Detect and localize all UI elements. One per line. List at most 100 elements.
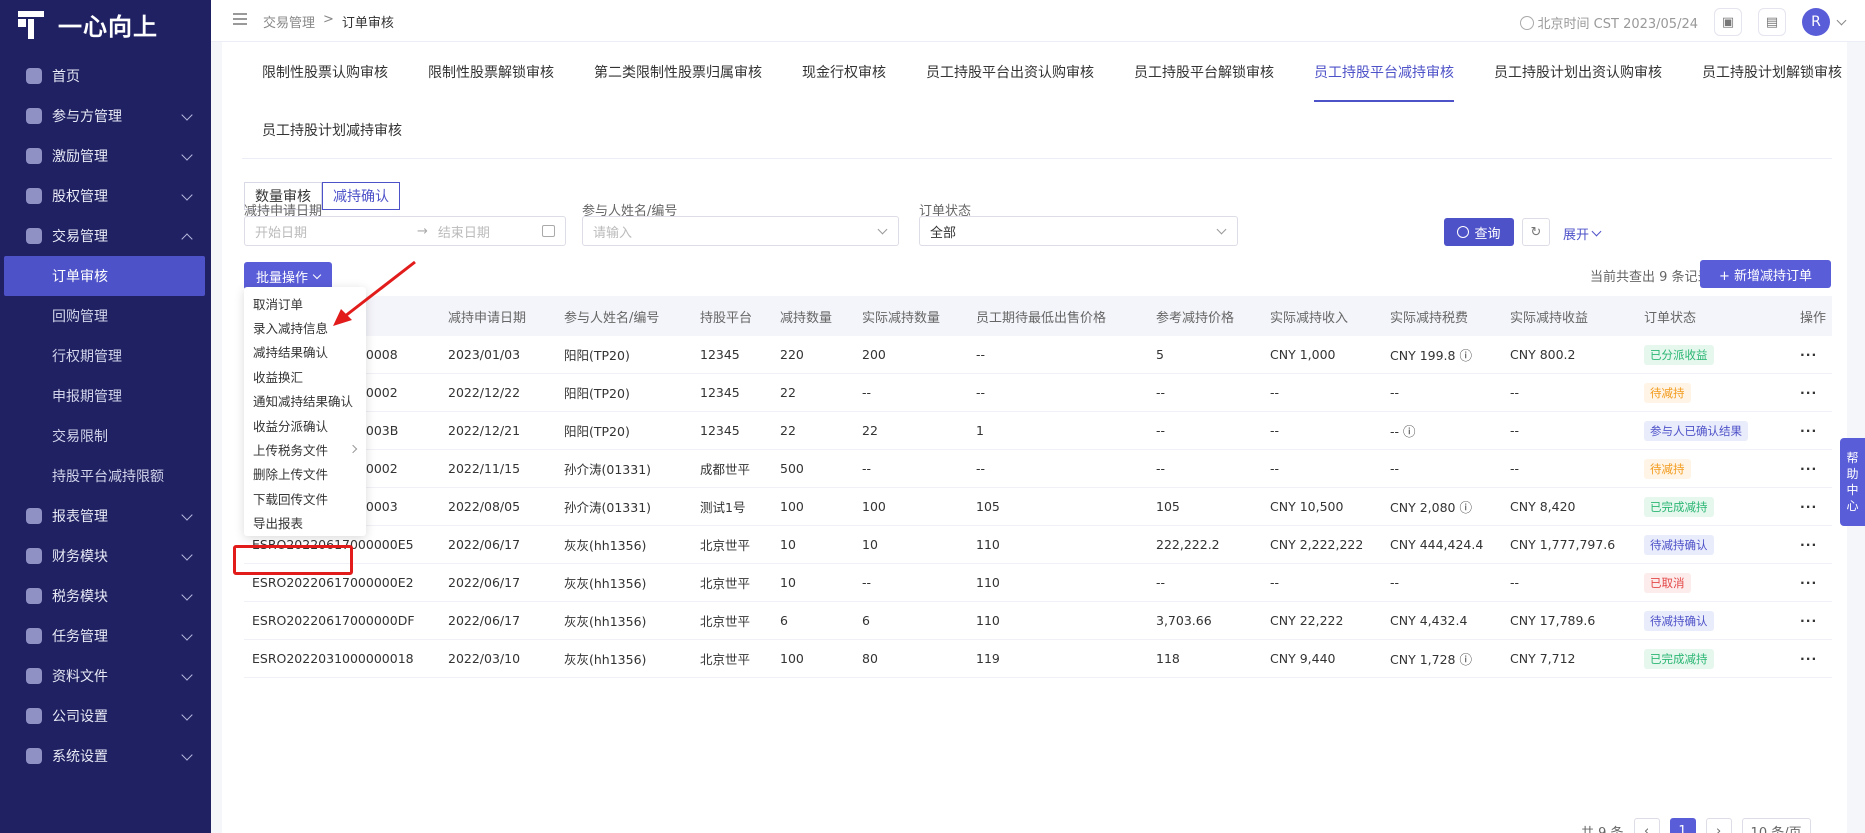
table-cell: 100 [862,499,886,514]
sidebar-more-item-1[interactable]: 财务模块 [0,536,211,576]
collapse-menu-icon[interactable] [233,13,247,27]
table-cell: CNY 10,500 [1270,499,1344,514]
sidebar-subitem-5[interactable]: 持股平台减持限额 [0,456,211,496]
table-cell: 灰灰(hh1356) [564,576,647,591]
page-size-select[interactable]: 10 条/页 [1741,818,1811,833]
chevron-down-icon [181,509,193,521]
chevron-up-icon [181,233,193,245]
tab-row1-5[interactable]: 员工持股平台解锁审核 [1114,42,1294,102]
table-cell: CNY 2,222,222 [1270,537,1364,552]
sidebar-more-item-2[interactable]: 税务模块 [0,576,211,616]
more-icon: ··· [1800,385,1818,400]
sidebar-more-item-6[interactable]: 系统设置 [0,736,211,776]
tab-row2-0[interactable]: 员工持股计划减持审核 [242,100,422,160]
tab-row1-3[interactable]: 现金行权审核 [782,42,906,102]
menu-item-8[interactable]: 下载回传文件 [244,486,366,510]
more-actions-button[interactable]: ··· [1792,537,1832,552]
tab-row1-1[interactable]: 限制性股票解锁审核 [408,42,574,102]
table-cell: 6 [780,613,788,628]
next-page-button[interactable]: › [1705,818,1732,833]
table-cell: 待减持 [1636,458,1792,479]
query-button[interactable]: 查询 [1444,218,1514,246]
batch-actions-button[interactable]: 批量操作 [244,262,333,290]
tab-row1-7[interactable]: 员工持股计划出资认购审核 [1474,42,1682,102]
sidebar-subitem-4[interactable]: 交易限制 [0,416,211,456]
sidebar-item-0[interactable]: 首页 [0,56,211,96]
table-cell: 2022/11/15 [448,461,521,476]
more-actions-button[interactable]: ··· [1792,499,1832,514]
breadcrumb-item[interactable]: 交易管理 [263,12,315,31]
expand-filters-button[interactable]: 展开 [1563,224,1602,243]
more-actions-button[interactable]: ··· [1792,423,1832,438]
table-cell: 孙介涛(01331) [564,500,652,515]
table-row: ESRO20220617000000E5 2022/06/17 灰灰(hh1356)… [244,526,1832,564]
sidebar-more-item-5[interactable]: 公司设置 [0,696,211,736]
menu-item-9[interactable]: 导出报表 [244,511,366,535]
date-range-picker[interactable]: 开始日期 → 结束日期 [244,216,566,246]
sidebar-subitem-0[interactable]: 订单审核 [4,256,205,296]
sidebar-subitem-2[interactable]: 行权期管理 [0,336,211,376]
menu-item-5[interactable]: 收益分派确认 [244,413,366,437]
table-row: ESRO202208050000032022/08/05孙介涛(01331)测试… [244,488,1832,526]
sidebar-subitem-1[interactable]: 回购管理 [0,296,211,336]
menu-item-7[interactable]: 删除上传文件 [244,462,366,486]
tab-row1-2[interactable]: 第二类限制性股票归属审核 [574,42,782,102]
sidebar-more-item-0[interactable]: 报表管理 [0,496,211,536]
chevron-down-icon [181,549,193,561]
table-cell: 12345 [700,347,740,362]
sidebar-item-label: 资料文件 [52,669,108,685]
menu-item-6[interactable]: 上传税务文件 [244,437,366,461]
menu-item-2[interactable]: 减持结果确认 [244,340,366,364]
tab-row1-0[interactable]: 限制性股票认购审核 [242,42,408,102]
chevron-down-icon[interactable] [1836,15,1847,25]
order-status-select[interactable]: 全部 [919,216,1238,246]
more-actions-button[interactable]: ··· [1792,385,1832,400]
clipboard-button[interactable]: ▤ [1758,8,1786,36]
add-reduction-order-button[interactable]: + 新增减持订单 [1700,260,1831,288]
table-cell: -- [1270,575,1280,590]
tab-row1-8[interactable]: 员工持股计划解锁审核 [1682,42,1862,102]
table-cell: CNY 2,080 ⓘ [1390,500,1472,515]
tab-reduction-confirm[interactable]: 减持确认 [322,182,400,210]
sidebar-item-4[interactable]: 交易管理 [0,216,211,256]
table-cell: 阳阳(TP20) [564,386,630,401]
table-cell: 参与人已确认结果 [1636,420,1792,441]
more-actions-button[interactable]: ··· [1792,651,1832,666]
tab-row1-4[interactable]: 员工持股平台出资认购审核 [906,42,1114,102]
more-actions-button[interactable]: ··· [1792,575,1832,590]
more-actions-button[interactable]: ··· [1792,461,1832,476]
more-actions-button[interactable]: ··· [1792,613,1832,628]
menu-item-1[interactable]: 录入减持信息 [244,315,366,339]
menu-item-label: 导出报表 [253,516,304,532]
help-center-button[interactable]: 帮 助 中 心 [1840,438,1865,526]
sidebar-item-label: 公司设置 [52,709,108,725]
menu-item-0[interactable]: 取消订单 [244,291,366,315]
end-date-input[interactable]: 结束日期 [438,222,490,241]
menu-item-4[interactable]: 通知减持结果确认 [244,389,366,413]
more-actions-button[interactable]: ··· [1792,347,1832,362]
sidebar-more-item-4[interactable]: 资料文件 [0,656,211,696]
tab-row1-6[interactable]: 员工持股平台减持审核 [1294,42,1474,102]
table-cell: 已分派收益 [1636,344,1792,365]
highlight-annotation [233,545,353,575]
table-cell: ESRO2022031000000018 [252,651,414,666]
menu-item-3[interactable]: 收益换汇 [244,364,366,388]
sidebar-subitem-3[interactable]: 申报期管理 [0,376,211,416]
sidebar-item-label: 报表管理 [52,509,108,525]
start-date-input[interactable]: 开始日期 [255,222,307,241]
status-badge: 待减持确认 [1644,610,1714,631]
reset-button[interactable]: ↻ [1522,218,1550,246]
table-row: ESRO202211150000022022/11/15孙介涛(01331)成都… [244,450,1832,488]
avatar[interactable]: R [1802,8,1830,36]
sidebar-item-1[interactable]: 参与方管理 [0,96,211,136]
sidebar-item-3[interactable]: 股权管理 [0,176,211,216]
participant-select[interactable]: 请输入 [582,216,899,246]
prev-page-button[interactable]: ‹ [1633,818,1660,833]
sidebar-item-2[interactable]: 激励管理 [0,136,211,176]
column-header: 员工期待最低出售价格 [976,310,1107,326]
page-number[interactable]: 1 [1669,818,1696,833]
status-badge: 待减持确认 [1644,534,1714,555]
table-cell: 80 [862,651,878,666]
sidebar-more-item-3[interactable]: 任务管理 [0,616,211,656]
calendar-task-button[interactable]: ▣ [1714,8,1742,36]
